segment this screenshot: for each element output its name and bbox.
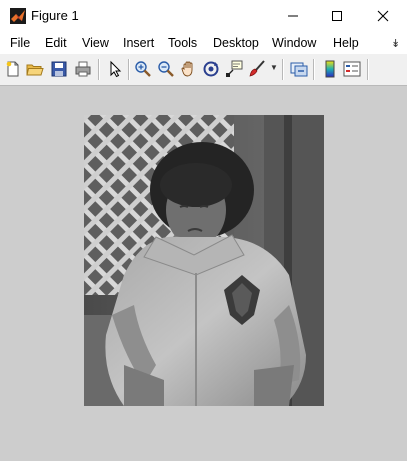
zoom-out-icon[interactable]: [157, 60, 175, 78]
toolbar-separator: [367, 59, 369, 80]
insert-legend-icon[interactable]: [343, 60, 361, 78]
toolbar-separator: [128, 59, 130, 80]
close-button[interactable]: [360, 0, 406, 32]
minimize-icon: [288, 15, 298, 17]
rotate-3d-icon[interactable]: [202, 60, 220, 78]
print-figure-icon[interactable]: [74, 60, 92, 78]
brush-icon[interactable]: [248, 60, 266, 78]
toolbar-separator: [98, 59, 100, 80]
data-cursor-icon[interactable]: [225, 60, 243, 78]
displayed-photo: [84, 115, 324, 406]
close-icon: [377, 10, 389, 22]
new-figure-icon[interactable]: [4, 60, 22, 78]
link-plot-icon[interactable]: [290, 60, 308, 78]
menu-window[interactable]: Window: [272, 36, 316, 50]
brush-dropdown-icon[interactable]: ▼: [270, 63, 278, 72]
menu-edit[interactable]: Edit: [45, 36, 67, 50]
zoom-in-icon[interactable]: [134, 60, 152, 78]
insert-colorbar-icon[interactable]: [321, 60, 339, 78]
title-bar: Figure 1: [0, 0, 407, 32]
maximize-icon: [332, 11, 342, 21]
menu-view[interactable]: View: [82, 36, 109, 50]
figure-toolbar: ▼: [0, 54, 407, 86]
menu-insert[interactable]: Insert: [123, 36, 154, 50]
edit-plot-pointer-icon[interactable]: [106, 60, 124, 78]
toolbar-separator: [313, 59, 315, 80]
minimize-button[interactable]: [270, 0, 316, 32]
matlab-logo-icon: [10, 8, 26, 24]
open-file-icon[interactable]: [26, 60, 44, 78]
menu-tools[interactable]: Tools: [168, 36, 197, 50]
menu-desktop[interactable]: Desktop: [213, 36, 259, 50]
chevron-double-down-icon[interactable]: ↡: [391, 37, 400, 50]
pan-hand-icon[interactable]: [180, 60, 198, 78]
menu-file[interactable]: File: [10, 36, 30, 50]
menu-bar: File Edit View Insert Tools Desktop Wind…: [0, 32, 407, 54]
toolbar-separator: [282, 59, 284, 80]
menu-help[interactable]: Help: [333, 36, 359, 50]
maximize-button[interactable]: [314, 0, 360, 32]
save-figure-icon[interactable]: [50, 60, 68, 78]
window-title: Figure 1: [31, 8, 79, 23]
